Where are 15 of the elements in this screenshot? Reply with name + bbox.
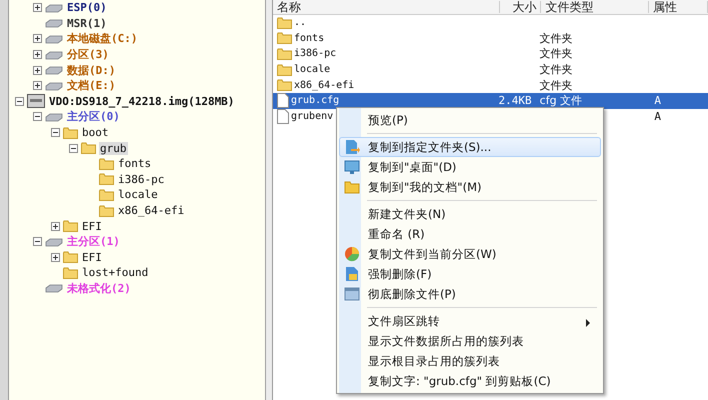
file-type: cfg 文件 <box>540 93 582 108</box>
file-attribute: A <box>654 94 662 108</box>
file-name: grub.cfg <box>291 95 340 106</box>
file-name: i386-pc <box>294 48 336 60</box>
file-name: fonts <box>294 32 324 44</box>
file-name: .. <box>294 17 306 28</box>
file-type: 文件夹 <box>539 62 572 78</box>
file-attribute: A <box>654 110 661 123</box>
file-size: 2.4KB <box>498 94 532 108</box>
file-name: x86_64-efi <box>294 80 354 91</box>
file-name: grubenv <box>291 110 334 122</box>
file-type: 文件夹 <box>539 46 572 62</box>
file-name: locale <box>294 64 330 76</box>
file-type: 文件夹 <box>539 78 572 93</box>
file-type: 文件夹 <box>539 30 572 46</box>
